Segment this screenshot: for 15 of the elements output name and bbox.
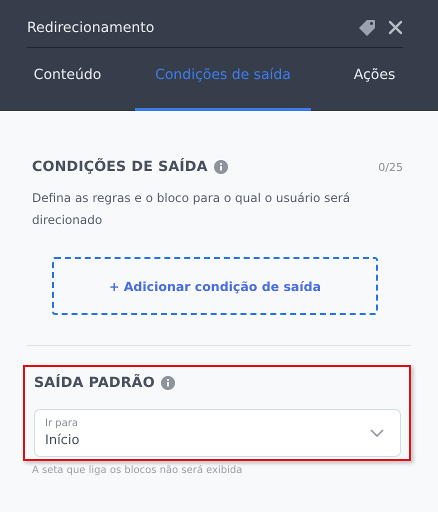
add-condition-button[interactable]: + Adicionar condição de saída <box>52 257 378 315</box>
hint-text: A seta que liga os blocos não será exibida <box>32 465 244 476</box>
tab[interactable]: Ações <box>311 48 438 111</box>
panel-title: Redirecionamento <box>27 20 156 36</box>
tag-icon[interactable] <box>358 18 376 36</box>
section-title: SAÍDA PADRÃO <box>34 375 155 391</box>
destination-select[interactable]: Ir para Início <box>34 409 401 457</box>
close-icon[interactable] <box>388 20 403 35</box>
section-title: CONDIÇÕES DE SAÍDA <box>32 159 208 175</box>
info-icon <box>160 376 175 390</box>
section-description: Defina as regras e o bloco para o qual o usuário será direcionado <box>32 190 352 229</box>
tab[interactable]: Conteúdo <box>0 48 135 111</box>
condition-counter: 0/25 <box>378 160 403 174</box>
info-icon <box>214 160 228 174</box>
chevron-down-icon <box>370 429 384 437</box>
